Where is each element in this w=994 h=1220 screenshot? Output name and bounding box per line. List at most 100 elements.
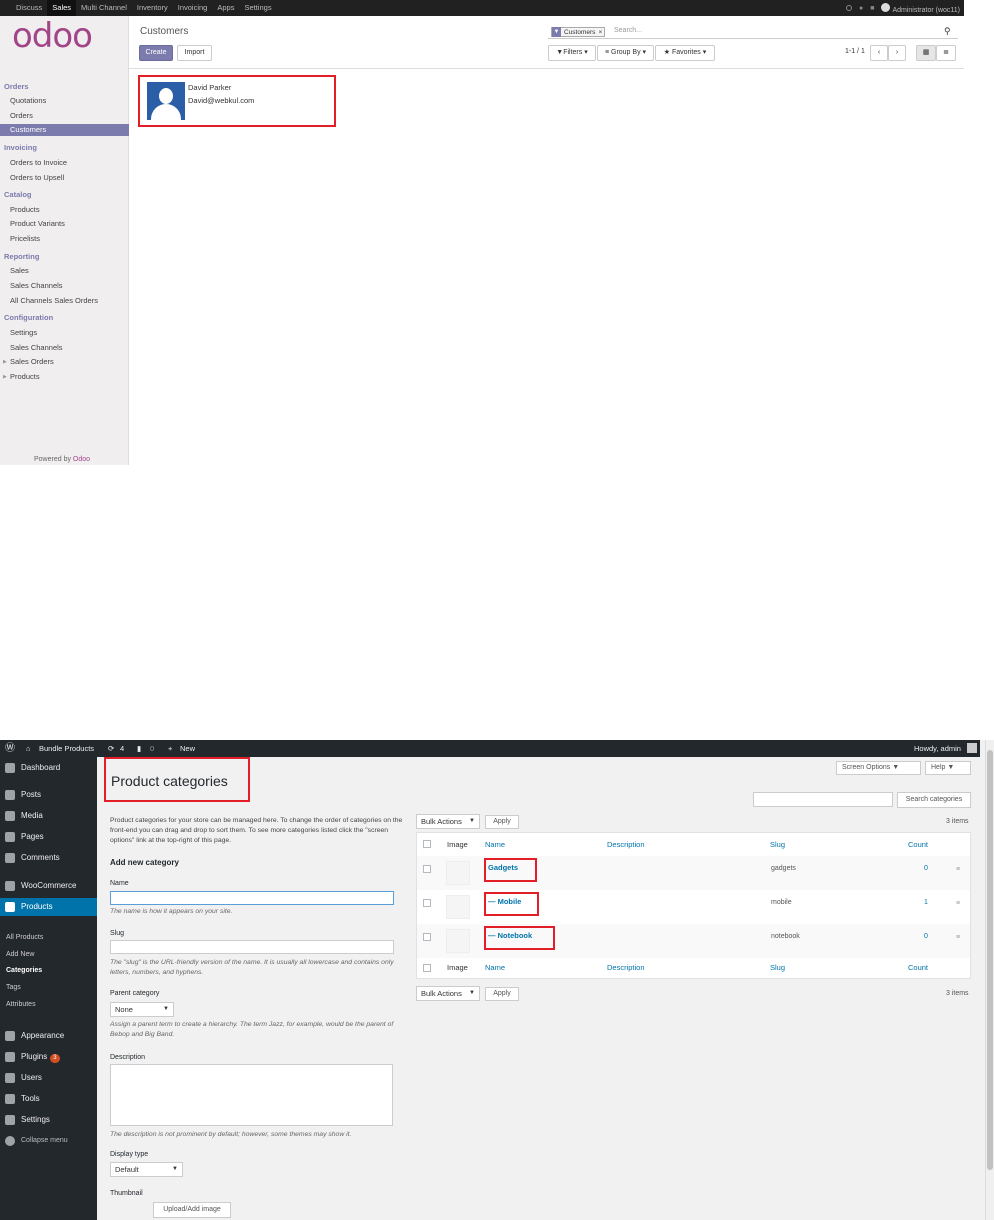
menu-woocommerce[interactable]: WooCommerce	[0, 877, 97, 895]
sidebar-item-sales-channels[interactable]: Sales Channels	[10, 281, 63, 290]
category-name-link[interactable]: — Notebook	[484, 926, 555, 950]
menu-sales[interactable]: Sales	[47, 0, 77, 16]
column-slug-footer[interactable]: Slug	[770, 963, 785, 972]
menu-posts[interactable]: Posts	[0, 786, 97, 804]
menu-settings[interactable]: Settings	[0, 1111, 97, 1129]
apply-button[interactable]: Apply	[485, 815, 519, 829]
group-by-button[interactable]: ≡ Group By ▾	[597, 45, 654, 61]
search-categories-button[interactable]: Search categories	[897, 792, 971, 808]
column-count-footer[interactable]: Count	[908, 963, 928, 972]
drag-handle-icon[interactable]: ≡	[956, 900, 960, 907]
category-count[interactable]: 0	[924, 865, 928, 872]
sidebar-item-orders-to-invoice[interactable]: Orders to Invoice	[10, 158, 67, 167]
howdy-user[interactable]: Howdy, admin	[914, 740, 961, 757]
drag-handle-icon[interactable]: ≡	[956, 934, 960, 941]
search-icon[interactable]: ⚲	[944, 26, 951, 37]
sidebar-item-products[interactable]: Products	[10, 205, 40, 214]
select-all-checkbox[interactable]	[423, 840, 431, 848]
drag-handle-icon[interactable]: ≡	[956, 866, 960, 873]
menu-pages[interactable]: Pages	[0, 828, 97, 846]
column-description-footer[interactable]: Description	[607, 963, 645, 972]
row-checkbox[interactable]	[423, 933, 431, 941]
menu-apps[interactable]: Apps	[212, 0, 239, 16]
parent-category-select[interactable]: None ▼	[110, 1002, 174, 1017]
site-name[interactable]: Bundle Products	[39, 740, 94, 757]
pager-value[interactable]: 1-1 / 1	[845, 48, 865, 55]
menu-discuss[interactable]: Discuss	[11, 0, 47, 16]
menu-tools[interactable]: Tools	[0, 1090, 97, 1108]
sidebar-item-settings[interactable]: Settings	[10, 328, 37, 337]
help-button[interactable]: Help ▼	[925, 761, 971, 775]
description-textarea[interactable]	[110, 1064, 393, 1126]
submenu-tags[interactable]: Tags	[6, 984, 21, 991]
display-type-select[interactable]: Default ▼	[110, 1162, 183, 1177]
sidebar-item-sales-orders[interactable]: Sales Orders	[10, 357, 54, 366]
kanban-view-button[interactable]: ▦	[916, 45, 936, 61]
powered-by-link[interactable]: Odoo	[73, 456, 90, 463]
menu-inventory[interactable]: Inventory	[132, 0, 173, 16]
row-checkbox[interactable]	[423, 899, 431, 907]
search-input[interactable]: Search...	[614, 27, 642, 34]
expand-arrow-icon[interactable]: ▶	[3, 359, 7, 365]
sidebar-item-sales[interactable]: Sales	[10, 266, 29, 275]
bulk-actions-select[interactable]: Bulk Actions ▼	[416, 814, 480, 829]
bulk-actions-select-bottom[interactable]: Bulk Actions ▼	[416, 986, 480, 1001]
search-facet[interactable]: ▼ Customers ×	[551, 27, 606, 37]
user-avatar[interactable]	[967, 743, 977, 753]
sidebar-item-product-variants[interactable]: Product Variants	[10, 219, 65, 228]
submenu-attributes[interactable]: Attributes	[6, 1001, 36, 1008]
filters-button[interactable]: ▼Filters ▾	[548, 45, 596, 61]
menu-multi-channel[interactable]: Multi Channel	[76, 0, 132, 16]
name-input[interactable]	[110, 891, 394, 905]
menu-plugins[interactable]: Plugins 3	[0, 1048, 97, 1066]
chat-icon[interactable]: ●	[859, 5, 863, 12]
category-count[interactable]: 0	[924, 933, 928, 940]
updates-count[interactable]: 4	[120, 740, 124, 757]
sidebar-item-config-sales-channels[interactable]: Sales Channels	[10, 343, 63, 352]
menu-settings[interactable]: Settings	[239, 0, 276, 16]
new-content-link[interactable]: New	[180, 740, 195, 757]
customer-card[interactable]: David Parker David@webkul.com	[138, 75, 336, 127]
sidebar-item-orders[interactable]: Orders	[10, 111, 33, 120]
scrollbar-thumb[interactable]	[987, 750, 993, 1170]
category-count[interactable]: 1	[924, 899, 928, 906]
menu-invoicing[interactable]: Invoicing	[173, 0, 213, 16]
row-checkbox[interactable]	[423, 865, 431, 873]
submenu-add-new[interactable]: Add New	[6, 951, 34, 958]
submenu-all-products[interactable]: All Products	[6, 934, 43, 941]
create-button[interactable]: Create	[139, 45, 173, 61]
expand-arrow-icon[interactable]: ▶	[3, 374, 7, 380]
sidebar-item-orders-to-upsell[interactable]: Orders to Upsell	[10, 173, 64, 182]
sidebar-item-config-products[interactable]: Products	[10, 372, 40, 381]
import-button[interactable]: Import	[177, 45, 212, 61]
column-slug[interactable]: Slug	[770, 840, 785, 849]
sidebar-item-pricelists[interactable]: Pricelists	[10, 234, 40, 243]
category-name-link[interactable]: — Mobile	[484, 892, 539, 916]
wordpress-logo-icon[interactable]: Ⓦ	[5, 740, 15, 757]
clock-icon[interactable]	[845, 5, 852, 11]
sidebar-item-quotations[interactable]: Quotations	[10, 96, 46, 105]
category-name-link[interactable]: Gadgets	[484, 858, 537, 882]
select-all-checkbox-footer[interactable]	[423, 964, 431, 972]
pager-previous-button[interactable]: ‹	[870, 45, 888, 61]
column-description[interactable]: Description	[607, 840, 645, 849]
collapse-menu[interactable]: Collapse menu	[0, 1132, 97, 1150]
search-bar[interactable]	[548, 24, 958, 39]
gift-icon[interactable]: ■	[870, 5, 874, 12]
sidebar-item-all-channels-sales-orders[interactable]: All Channels Sales Orders	[10, 296, 98, 305]
menu-users[interactable]: Users	[0, 1069, 97, 1087]
menu-appearance[interactable]: Appearance	[0, 1027, 97, 1045]
list-view-button[interactable]: ≣	[936, 45, 956, 61]
column-count[interactable]: Count	[908, 840, 928, 849]
remove-facet-icon[interactable]: ×	[598, 29, 604, 36]
upload-image-button[interactable]: Upload/Add image	[153, 1202, 231, 1218]
odoo-logo[interactable]: odoo	[12, 18, 117, 54]
apply-button-bottom[interactable]: Apply	[485, 987, 519, 1001]
menu-comments[interactable]: Comments	[0, 849, 97, 867]
submenu-categories[interactable]: Categories	[6, 967, 42, 974]
favorites-button[interactable]: ★ Favorites ▾	[655, 45, 715, 61]
pager-next-button[interactable]: ›	[888, 45, 906, 61]
menu-dashboard[interactable]: Dashboard	[0, 759, 97, 777]
user-menu[interactable]: Administrator (woc11)	[881, 2, 960, 14]
comments-count[interactable]: 0	[150, 740, 154, 757]
